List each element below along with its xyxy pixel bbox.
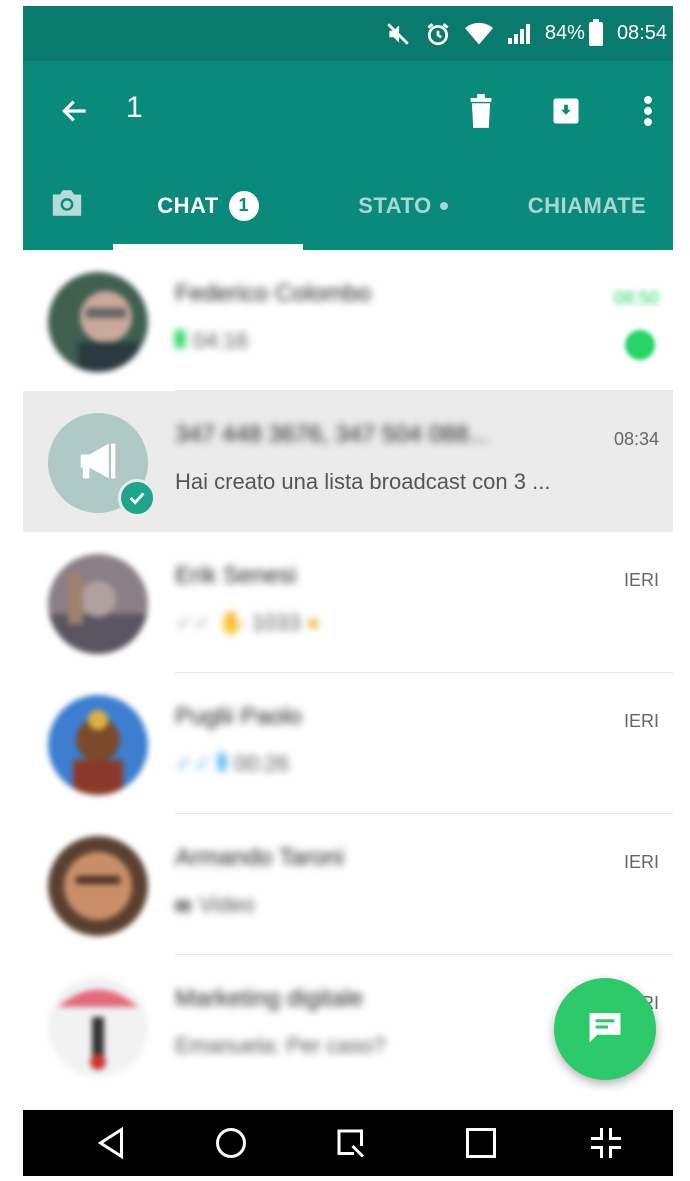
unread-count-badge xyxy=(625,330,655,360)
chat-preview-text: Video xyxy=(199,892,255,917)
chat-preview-text: 04:16 xyxy=(193,328,249,353)
new-chat-icon xyxy=(586,1010,624,1049)
chat-preview-text: 1033 xyxy=(251,610,301,635)
home-circle-icon[interactable] xyxy=(201,1118,261,1168)
back-triangle-icon[interactable] xyxy=(81,1118,141,1168)
chat-preview: ✓✓ ✋ 1033 ● xyxy=(175,610,320,635)
selection-app-bar: 1 xyxy=(23,61,673,161)
megaphone-icon xyxy=(72,435,124,492)
tab-bar: CHAT 1 STATO CHIAMATE xyxy=(23,161,673,250)
tab-stato-label: STATO xyxy=(358,192,432,218)
battery-icon xyxy=(588,18,603,46)
tab-chat[interactable]: CHAT 1 xyxy=(113,161,303,250)
phone-screen: 84% 08:54 1 CHAT 1 STATO CHIAMATE Federi… xyxy=(23,6,673,1176)
back-arrow-icon[interactable] xyxy=(53,89,97,133)
camera-icon xyxy=(50,188,84,224)
new-chat-fab[interactable] xyxy=(554,978,656,1080)
chat-name: 347 448 3676, 347 504 088... xyxy=(175,421,489,448)
archive-icon[interactable] xyxy=(544,89,588,133)
delete-icon[interactable] xyxy=(459,89,503,133)
chat-time: 08:34 xyxy=(613,429,659,449)
unread-badge: 1 xyxy=(228,190,259,221)
avatar[interactable] xyxy=(48,977,148,1077)
chat-row[interactable]: Federico Colombo 04:16 08:50 xyxy=(23,250,673,391)
tab-chiamate[interactable]: CHIAMATE xyxy=(501,161,673,250)
chat-preview-text: 00:26 xyxy=(233,751,290,776)
avatar[interactable] xyxy=(48,554,148,654)
chat-name: Marketing digitale xyxy=(175,985,364,1012)
chat-name: Federico Colombo xyxy=(175,280,372,307)
more-vert-icon[interactable] xyxy=(626,89,670,133)
chat-time: IERI xyxy=(623,852,659,872)
avatar[interactable] xyxy=(48,695,148,795)
tab-chat-label: CHAT xyxy=(157,192,219,218)
chat-name: Puglii Paolo xyxy=(175,703,302,730)
chat-name: Armando Taroni xyxy=(175,844,344,871)
square-icon[interactable] xyxy=(451,1118,511,1168)
avatar[interactable] xyxy=(48,272,148,372)
chat-preview: ✓✓ 00:26 xyxy=(175,751,290,776)
selected-count: 1 xyxy=(126,91,143,124)
battery-indicator: 84% xyxy=(544,18,603,46)
tab-camera[interactable] xyxy=(37,161,97,250)
chat-row[interactable]: Armando Taroni Video IERI xyxy=(23,814,673,955)
system-nav-bar xyxy=(23,1110,673,1176)
chat-row[interactable]: Puglii Paolo ✓✓ 00:26 IERI xyxy=(23,673,673,814)
chat-preview: Video xyxy=(175,892,255,918)
chat-time: IERI xyxy=(623,711,659,731)
tab-stato[interactable]: STATO xyxy=(323,161,483,250)
collapse-icon[interactable] xyxy=(576,1118,636,1168)
chat-preview: Hai creato una lista broadcast con 3 ... xyxy=(175,469,551,494)
avatar[interactable] xyxy=(48,836,148,936)
battery-percent: 84% xyxy=(544,22,585,44)
chat-row[interactable]: Erik Senesi ✓✓ ✋ 1033 ● IERI xyxy=(23,532,673,673)
wifi-icon xyxy=(464,20,493,48)
tab-chiamate-label: CHIAMATE xyxy=(527,192,647,218)
status-bar: 84% 08:54 xyxy=(23,6,673,61)
recents-icon[interactable] xyxy=(321,1118,381,1168)
chat-preview: Emanuela: Per caso? xyxy=(175,1033,386,1058)
signal-icon xyxy=(507,20,531,48)
alarm-icon xyxy=(425,20,451,48)
chat-name: Erik Senesi xyxy=(175,562,297,589)
chat-row-selected[interactable]: 347 448 3676, 347 504 088... Hai creato … xyxy=(23,391,673,532)
clock: 08:54 xyxy=(616,22,667,44)
status-dot xyxy=(439,201,448,210)
mute-icon xyxy=(385,20,411,48)
chat-preview: 04:16 xyxy=(175,328,248,354)
selected-check-icon xyxy=(118,479,156,517)
chat-time: 08:50 xyxy=(613,288,659,308)
chat-time: IERI xyxy=(623,570,659,590)
